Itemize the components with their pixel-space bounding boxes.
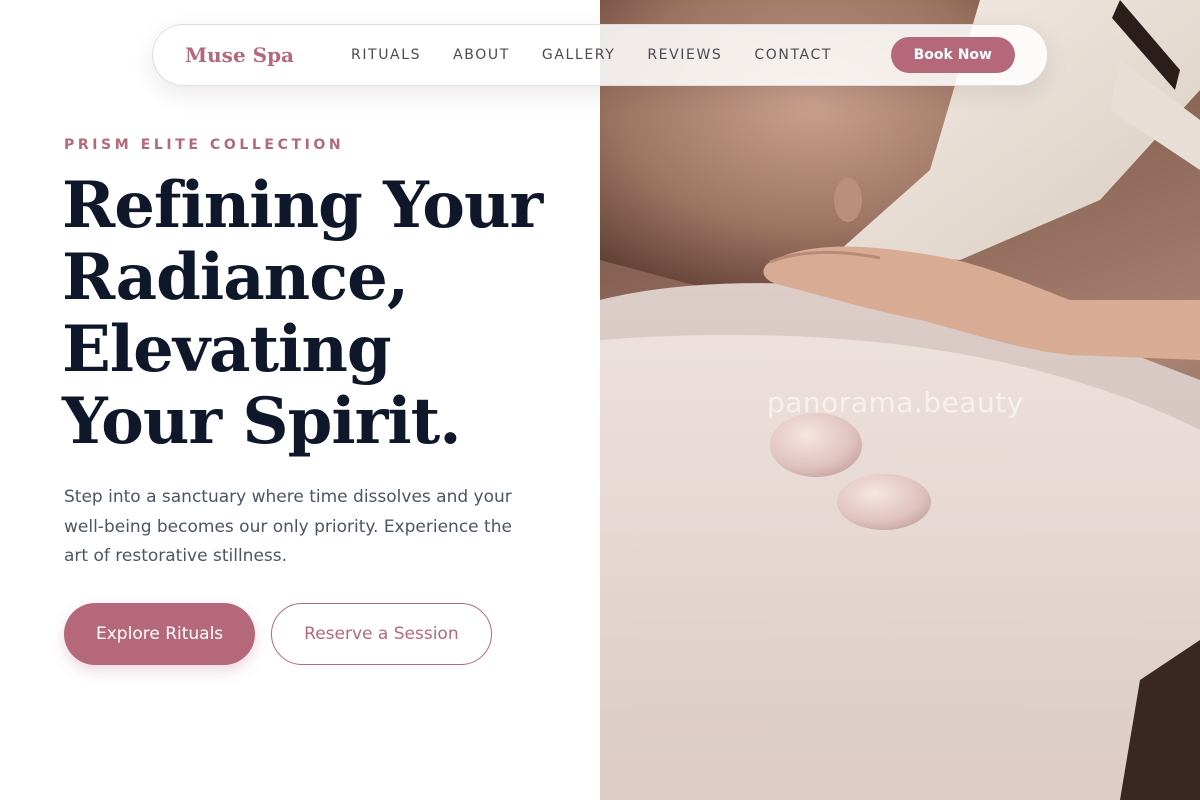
explore-rituals-button[interactable]: Explore Rituals (64, 603, 256, 665)
hero-cta-row: Explore Rituals Reserve a Session (64, 603, 492, 665)
nav-link-about[interactable]: ABOUT (453, 47, 510, 63)
top-nav: Muse Spa RITUALS ABOUT GALLERY REVIEWS C… (152, 24, 1048, 86)
headline-line-1: Refining Your (62, 168, 543, 243)
reserve-session-button[interactable]: Reserve a Session (271, 603, 492, 665)
hero-description: Step into a sanctuary where time dissolv… (64, 487, 512, 566)
book-now-button[interactable]: Book Now (890, 37, 1015, 73)
nav-link-reviews[interactable]: REVIEWS (647, 47, 722, 63)
headline-line-2: Radiance, (62, 240, 409, 315)
hero-photo: panorama.beauty (600, 0, 1200, 800)
hero-headline: Refining Your Radiance, Elevating Your S… (62, 170, 582, 458)
nav-link-gallery[interactable]: GALLERY (542, 47, 615, 63)
hero-eyebrow: PRISM ELITE COLLECTION (64, 137, 345, 153)
headline-line-3: Elevating (62, 312, 392, 387)
brand-logo[interactable]: Muse Spa (185, 43, 351, 67)
photo-watermark: panorama.beauty (767, 386, 1024, 419)
nav-link-contact[interactable]: CONTACT (754, 47, 832, 63)
headline-line-4: Your Spirit. (62, 384, 462, 459)
nav-link-rituals[interactable]: RITUALS (351, 47, 421, 63)
nav-links: RITUALS ABOUT GALLERY REVIEWS CONTACT (351, 47, 832, 63)
